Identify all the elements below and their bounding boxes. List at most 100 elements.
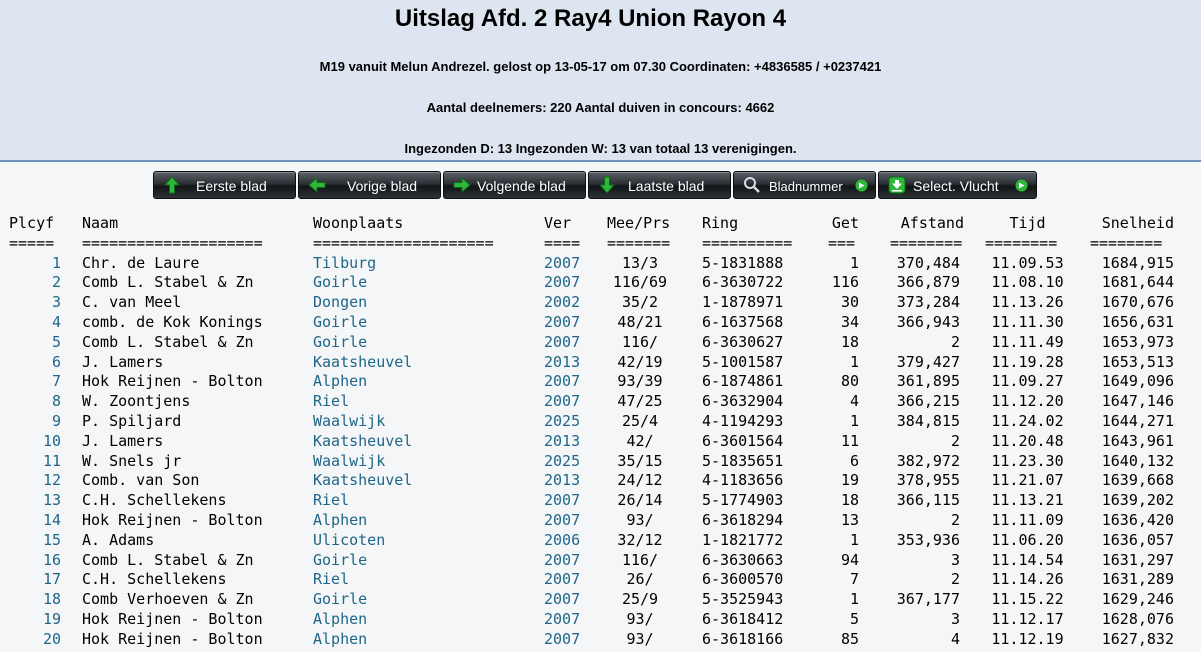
cell-ver[interactable]: 2002	[544, 293, 580, 312]
cell-plcyf[interactable]: 9	[9, 412, 61, 431]
cell-woonplaats[interactable]: Alphen	[313, 372, 367, 391]
cell-ver[interactable]: 2007	[544, 610, 580, 629]
cell-meeprs: 116/	[621, 332, 659, 351]
cell-ver[interactable]: 2025	[544, 412, 580, 431]
table-row: 8 W. Zoontjens Riel 2007 47/25 6-3632904 4 366,…	[0, 392, 1201, 412]
page-number-button[interactable]: Bladnummer	[733, 171, 876, 199]
cell-ver[interactable]: 2006	[544, 531, 580, 550]
select-flight-label: Select. Vlucht	[913, 178, 999, 194]
cell-ring: 4-1194293	[702, 411, 784, 430]
cell-ver[interactable]: 2007	[544, 630, 580, 649]
cell-woonplaats[interactable]: Dongen	[313, 293, 367, 312]
cell-plcyf[interactable]: 3	[9, 293, 61, 312]
cell-ver[interactable]: 2013	[544, 353, 580, 372]
cell-tijd: 11.23.30	[991, 451, 1064, 470]
cell-afstand: 366,943	[896, 312, 960, 331]
cell-tijd: 11.12.19	[991, 629, 1064, 648]
arrow-down-icon	[598, 176, 616, 194]
cell-ver[interactable]: 2025	[544, 452, 580, 471]
cell-ver[interactable]: 2007	[544, 313, 580, 332]
cell-tijd: 11.20.48	[991, 431, 1064, 450]
cell-woonplaats[interactable]: Waalwijk	[313, 412, 385, 431]
cell-plcyf[interactable]: 16	[9, 551, 61, 570]
cell-plcyf[interactable]: 14	[9, 511, 61, 530]
table-row: 10 J. Lamers Kaatsheuvel 2013 42/6-3601564 11…	[0, 432, 1201, 452]
cell-ring: 5-1831888	[702, 253, 784, 272]
cell-plcyf[interactable]: 10	[9, 432, 61, 451]
cell-plcyf[interactable]: 6	[9, 353, 61, 372]
cell-ver[interactable]: 2013	[544, 471, 580, 490]
cell-woonplaats[interactable]: Tilburg	[313, 254, 376, 273]
cell-ver[interactable]: 2007	[544, 491, 580, 510]
cell-ver[interactable]: 2007	[544, 254, 580, 273]
cell-meeprs: 26/14	[617, 491, 663, 510]
cell-woonplaats[interactable]: Riel	[313, 392, 349, 411]
cell-get: 94	[840, 550, 859, 569]
next-page-button[interactable]: Volgende blad	[443, 171, 586, 199]
cell-snelheid: 1643,961	[1101, 431, 1174, 450]
cell-ring: 1-1878971	[702, 293, 784, 312]
cell-woonplaats[interactable]: Kaatsheuvel	[313, 471, 412, 490]
cell-plcyf[interactable]: 12	[9, 471, 61, 490]
cell-tijd: 11.19.28	[991, 352, 1064, 371]
cell-naam: C.H. Schellekens	[82, 570, 227, 589]
cell-ring: 5-3525943	[702, 590, 784, 609]
cell-plcyf[interactable]: 4	[9, 313, 61, 332]
cell-woonplaats[interactable]: Alphen	[313, 511, 367, 530]
cell-tijd: 11.15.22	[991, 590, 1064, 609]
cell-woonplaats[interactable]: Goirle	[313, 273, 367, 292]
last-page-button[interactable]: Laatste blad	[588, 171, 731, 199]
cell-woonplaats[interactable]: Goirle	[313, 590, 367, 609]
cell-woonplaats[interactable]: Waalwijk	[313, 452, 385, 471]
cell-woonplaats[interactable]: Ulicoten	[313, 531, 385, 550]
cell-ring: 6-3618166	[702, 629, 784, 648]
cell-ver[interactable]: 2007	[544, 372, 580, 391]
table-row: 5 Comb L. Stabel & Zn Goirle 2007 116/6-3630…	[0, 333, 1201, 353]
cell-plcyf[interactable]: 2	[9, 273, 61, 292]
separator: =======	[607, 233, 671, 252]
cell-plcyf[interactable]: 11	[9, 452, 61, 471]
cell-woonplaats[interactable]: Goirle	[313, 313, 367, 332]
cell-snelheid: 1640,132	[1101, 451, 1174, 470]
arrow-right-icon	[453, 176, 471, 194]
cell-plcyf[interactable]: 1	[9, 254, 61, 273]
cell-plcyf[interactable]: 20	[9, 630, 61, 649]
cell-ring: 6-3630663	[702, 550, 784, 569]
cell-ver[interactable]: 2007	[544, 590, 580, 609]
cell-woonplaats[interactable]: Riel	[313, 570, 349, 589]
cell-ver[interactable]: 2007	[544, 333, 580, 352]
cell-woonplaats[interactable]: Kaatsheuvel	[313, 432, 412, 451]
cell-plcyf[interactable]: 19	[9, 610, 61, 629]
cell-woonplaats[interactable]: Riel	[313, 491, 349, 510]
cell-get: 1	[849, 590, 859, 609]
cell-woonplaats[interactable]: Alphen	[313, 630, 367, 649]
cell-meeprs: 35/15	[617, 451, 663, 470]
cell-plcyf[interactable]: 17	[9, 570, 61, 589]
cell-woonplaats[interactable]: Kaatsheuvel	[313, 353, 412, 372]
select-flight-button[interactable]: Select. Vlucht	[878, 171, 1037, 199]
cell-get: 18	[840, 332, 859, 351]
cell-woonplaats[interactable]: Goirle	[313, 551, 367, 570]
cell-ring: 6-3600570	[702, 570, 784, 589]
cell-naam: J. Lamers	[82, 352, 164, 371]
cell-plcyf[interactable]: 15	[9, 531, 61, 550]
page-navigation: Eerste blad Vorige blad Volgende blad La…	[0, 171, 1201, 201]
first-page-button[interactable]: Eerste blad	[153, 171, 296, 199]
cell-ver[interactable]: 2007	[544, 273, 580, 292]
cell-plcyf[interactable]: 5	[9, 333, 61, 352]
cell-plcyf[interactable]: 7	[9, 372, 61, 391]
col-header-snelheid: Snelheid	[1101, 214, 1174, 232]
cell-meeprs: 24/12	[617, 471, 663, 490]
cell-ver[interactable]: 2007	[544, 570, 580, 589]
cell-plcyf[interactable]: 8	[9, 392, 61, 411]
cell-get: 34	[840, 312, 859, 331]
cell-plcyf[interactable]: 18	[9, 590, 61, 609]
cell-ver[interactable]: 2013	[544, 432, 580, 451]
cell-woonplaats[interactable]: Goirle	[313, 333, 367, 352]
cell-plcyf[interactable]: 13	[9, 491, 61, 510]
previous-page-button[interactable]: Vorige blad	[298, 171, 441, 199]
cell-ver[interactable]: 2007	[544, 551, 580, 570]
cell-woonplaats[interactable]: Alphen	[313, 610, 367, 629]
cell-ver[interactable]: 2007	[544, 392, 580, 411]
cell-ver[interactable]: 2007	[544, 511, 580, 530]
